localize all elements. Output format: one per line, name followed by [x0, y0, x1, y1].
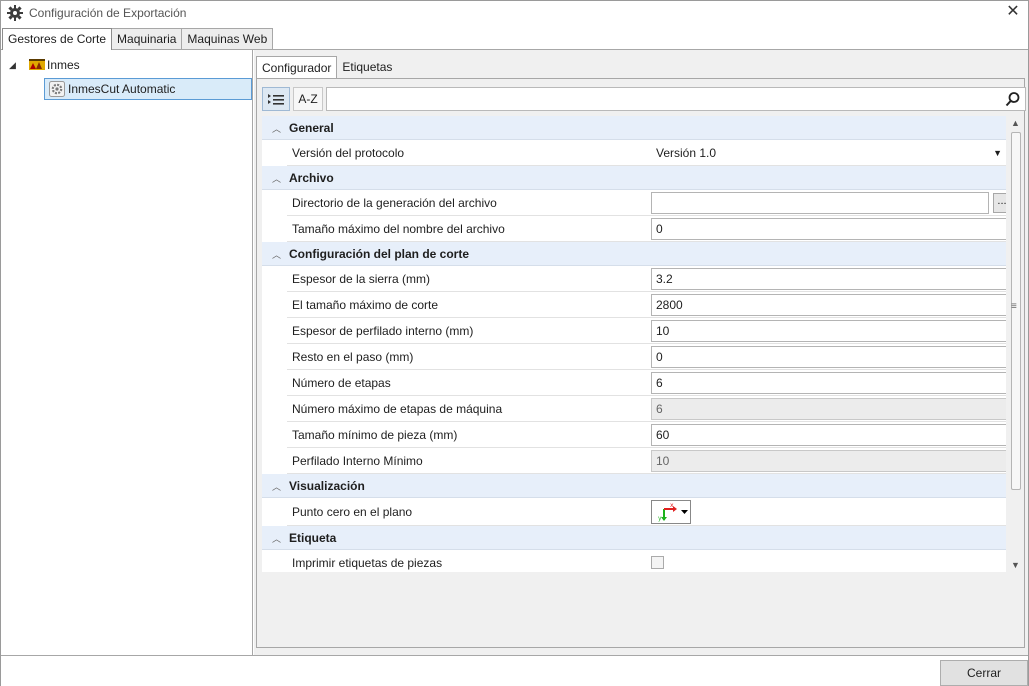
output-directory-field[interactable] [651, 192, 989, 214]
tab-configurador[interactable]: Configurador [256, 56, 338, 78]
property-label: Tamaño máximo del nombre del archivo [292, 222, 505, 236]
property-row-step-remainder: Resto en el paso (mm) 0 [287, 344, 1006, 370]
categorized-list-icon [268, 94, 284, 105]
tab-etiquetas[interactable]: Etiquetas [337, 56, 397, 78]
window-title: Configuración de Exportación [29, 6, 187, 20]
category-cutting-plan[interactable]: ︿ Configuración del plan de corte [262, 242, 1006, 266]
browse-button[interactable]: ... [993, 193, 1006, 213]
tab-maquinas-web[interactable]: Maquinas Web [181, 28, 274, 49]
property-row-min-piece-size: Tamaño mínimo de pieza (mm) 60 [287, 422, 1006, 448]
tab-gestores-de-corte[interactable]: Gestores de Corte [2, 28, 113, 50]
property-label: Resto en el paso (mm) [292, 350, 414, 364]
print-labels-checkbox[interactable] [651, 556, 664, 569]
search-icon[interactable] [1005, 91, 1021, 107]
scroll-up-arrow-icon[interactable]: ▲ [1011, 118, 1020, 128]
scroll-grip-icon: ≡ [1011, 301, 1017, 312]
tree-node-label: Inmes [47, 58, 80, 72]
tab-maquinaria[interactable]: Maquinaria [111, 28, 183, 49]
property-row-max-cut-size: El tamaño máximo de corte 2800 [287, 292, 1006, 318]
property-row-zero-point: Punto cero en el plano x y [287, 498, 1006, 526]
property-grid-toolbar: A-Z [262, 87, 1026, 111]
stage-count-field[interactable]: 6 [651, 372, 1006, 394]
category-archivo[interactable]: ︿ Archivo [262, 166, 1006, 190]
property-grid: ︿ General Versión del protocolo Versión … [262, 116, 1006, 572]
property-label: Directorio de la generación del archivo [292, 196, 497, 210]
collapse-chevron-icon[interactable]: ︿ [272, 248, 281, 261]
title-bar: Configuración de Exportación ✕ [1, 1, 1028, 25]
property-row-protocol-version: Versión del protocolo Versión 1.0 ▼ [287, 140, 1006, 166]
property-row-internal-profiling: Espesor de perfilado interno (mm) 10 [287, 318, 1006, 344]
outer-tab-content: ◢ Inmes InmesCut Automatic Configurador … [1, 49, 1028, 655]
property-label: Número de etapas [292, 376, 391, 390]
category-etiqueta[interactable]: ︿ Etiqueta [262, 526, 1006, 550]
tree-node-inmes[interactable]: ◢ Inmes [9, 57, 80, 73]
outer-tab-strip: Gestores de Corte Maquinaria Maquinas We… [2, 28, 274, 50]
property-label: Imprimir etiquetas de piezas [292, 556, 443, 570]
category-label: General [289, 121, 334, 135]
tree-expander-icon[interactable]: ◢ [9, 60, 21, 71]
scroll-down-arrow-icon[interactable]: ▼ [1011, 560, 1020, 570]
collapse-chevron-icon[interactable]: ︿ [272, 480, 281, 493]
category-label: Visualización [289, 479, 365, 493]
collapse-chevron-icon[interactable]: ︿ [272, 532, 281, 545]
step-remainder-field[interactable]: 0 [651, 346, 1006, 368]
saw-thickness-field[interactable]: 3.2 [651, 268, 1006, 290]
axis-x-label: x [670, 502, 674, 509]
category-label: Etiqueta [289, 531, 337, 545]
property-search-box[interactable] [326, 87, 1026, 111]
categorized-view-button[interactable] [262, 87, 290, 111]
internal-profiling-field[interactable]: 10 [651, 320, 1006, 342]
category-label: Configuración del plan de corte [289, 247, 470, 261]
zero-point-select[interactable]: x y [651, 500, 691, 524]
tree-node-label: InmesCut Automatic [68, 82, 176, 96]
alphabetical-view-button[interactable]: A-Z [293, 87, 323, 111]
property-label: Espesor de perfilado interno (mm) [292, 324, 474, 338]
property-row-max-machine-stages: Número máximo de etapas de máquina 6 [287, 396, 1006, 422]
collapse-chevron-icon[interactable]: ︿ [272, 172, 281, 185]
inner-tab-strip: Configurador Etiquetas [256, 56, 397, 78]
property-row-print-labels: Imprimir etiquetas de piezas [287, 550, 1006, 572]
cog-icon [49, 81, 65, 97]
property-label: Perfilado Interno Mínimo [292, 454, 423, 468]
property-row-stage-count: Número de etapas 6 [287, 370, 1006, 396]
property-row-output-directory: Directorio de la generación del archivo … [287, 190, 1006, 216]
select-value: Versión 1.0 [656, 146, 717, 160]
protocol-version-select[interactable]: Versión 1.0 ▼ [651, 142, 1006, 164]
property-row-saw-thickness: Espesor de la sierra (mm) 3.2 [287, 266, 1006, 292]
property-label: Número máximo de etapas de máquina [292, 402, 503, 416]
property-label: Versión del protocolo [292, 146, 405, 160]
export-config-window: Configuración de Exportación ✕ Gestores … [0, 0, 1029, 686]
gear-icon [7, 5, 23, 21]
axis-y-label: y [658, 515, 662, 522]
search-input[interactable] [331, 89, 991, 109]
max-machine-stages-field: 6 [651, 398, 1006, 420]
property-label: Punto cero en el plano [292, 505, 413, 519]
max-filename-field[interactable]: 0 [651, 218, 1006, 240]
close-window-button[interactable]: ✕ [1004, 3, 1022, 21]
inmes-logo-icon [29, 59, 45, 70]
category-label: Archivo [289, 171, 334, 185]
collapse-chevron-icon[interactable]: ︿ [272, 122, 281, 135]
dialog-footer: Cerrar [1, 655, 1028, 686]
configurator-panel: Configurador Etiquetas A-Z ︿ General Ver… [254, 50, 1028, 655]
dropdown-arrow-icon[interactable]: ▼ [993, 143, 1002, 163]
category-general[interactable]: ︿ General [262, 116, 1006, 140]
property-grid-scrollbar[interactable]: ▲ ≡ ▼ [1009, 116, 1023, 572]
category-visualizacion[interactable]: ︿ Visualización [262, 474, 1006, 498]
min-internal-profiling-field: 10 [651, 450, 1006, 472]
property-row-min-internal-profiling: Perfilado Interno Mínimo 10 [287, 448, 1006, 474]
close-button[interactable]: Cerrar [940, 660, 1028, 686]
property-row-max-filename: Tamaño máximo del nombre del archivo 0 [287, 216, 1006, 242]
property-label: Espesor de la sierra (mm) [292, 272, 431, 286]
close-icon: ✕ [1006, 3, 1020, 20]
cutting-managers-tree: ◢ Inmes InmesCut Automatic [1, 50, 253, 655]
property-grid-panel: A-Z ︿ General Versión del protocolo Vers… [256, 78, 1026, 648]
max-cut-size-field[interactable]: 2800 [651, 294, 1006, 316]
tree-node-inmescut-automatic[interactable]: InmesCut Automatic [44, 78, 252, 100]
axis-origin-icon: x y [658, 502, 688, 522]
property-label: Tamaño mínimo de pieza (mm) [292, 428, 458, 442]
min-piece-size-field[interactable]: 60 [651, 424, 1006, 446]
property-label: El tamaño máximo de corte [292, 298, 439, 312]
